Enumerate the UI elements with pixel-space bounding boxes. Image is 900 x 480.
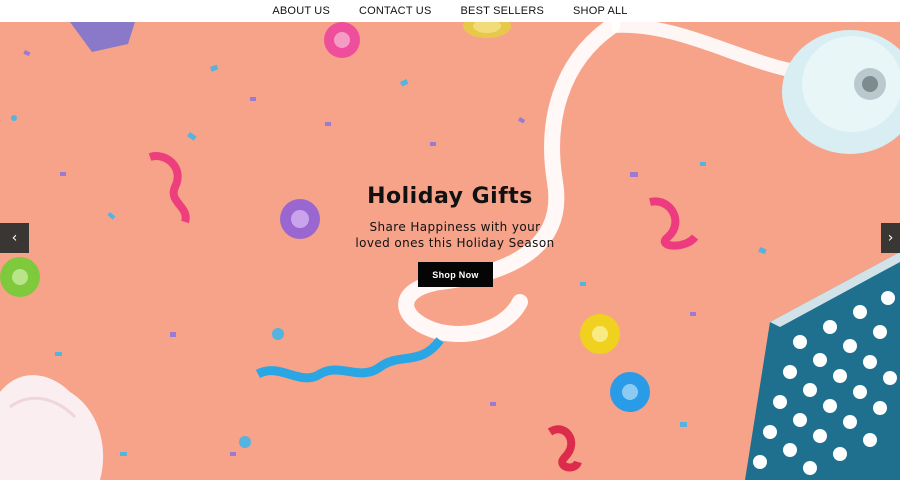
nav-link-best-sellers[interactable]: BEST SELLERS: [461, 5, 545, 17]
nav-link-contact-us[interactable]: CONTACT US: [359, 5, 432, 17]
top-navigation: ABOUT US CONTACT US BEST SELLERS SHOP AL…: [0, 0, 900, 22]
carousel-next-button[interactable]: ›: [881, 223, 900, 253]
hero-subtitle: Share Happiness with your loved ones thi…: [340, 219, 570, 251]
hero-title: Holiday Gifts: [367, 184, 533, 209]
chevron-right-icon: ›: [887, 230, 894, 246]
nav-link-about-us[interactable]: ABOUT US: [272, 5, 330, 17]
hero-subtitle-line-1: Share Happiness with your: [369, 220, 541, 234]
hero-banner: Holiday Gifts Share Happiness with your …: [0, 22, 900, 480]
carousel-prev-button[interactable]: ‹: [0, 223, 29, 253]
shop-now-button[interactable]: Shop Now: [418, 262, 493, 287]
nav-link-shop-all[interactable]: SHOP ALL: [573, 5, 628, 17]
hero-subtitle-line-2: loved ones this Holiday Season: [355, 236, 555, 250]
hero-background-image: [0, 22, 900, 480]
chevron-left-icon: ‹: [11, 230, 18, 246]
